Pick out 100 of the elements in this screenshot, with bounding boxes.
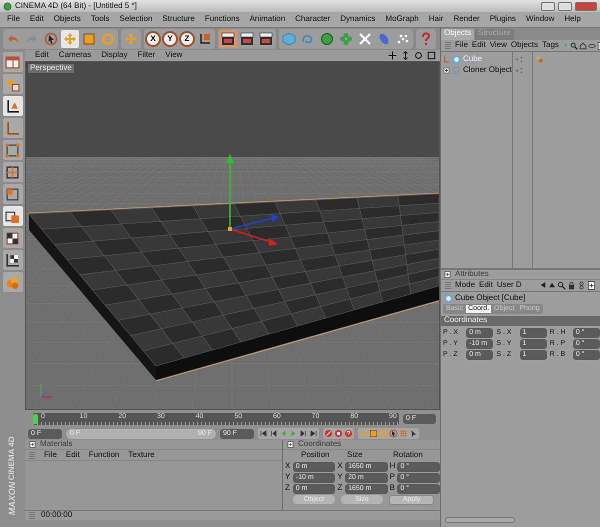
- menu-item[interactable]: Help: [564, 15, 581, 24]
- panel-title: Materials: [40, 440, 72, 449]
- visibility-dots-icon[interactable]: [515, 55, 524, 64]
- expand-icon[interactable]: [443, 67, 450, 74]
- menu-item[interactable]: Tags: [542, 41, 559, 50]
- layout-icon[interactable]: [5, 54, 20, 70]
- view-label: Perspective: [28, 64, 74, 73]
- menu-item[interactable]: Plugins: [490, 15, 516, 24]
- visibility-dots-icon[interactable]: [515, 66, 524, 75]
- search-icon[interactable]: [570, 42, 578, 50]
- menu-item[interactable]: Character: [295, 15, 330, 24]
- axis-lock-button[interactable]: X: [145, 31, 161, 47]
- menu-item[interactable]: MoGraph: [385, 15, 419, 24]
- checker-icon[interactable]: [5, 230, 20, 246]
- scale-icon[interactable]: [82, 32, 96, 46]
- menu-item[interactable]: User D: [496, 281, 522, 290]
- points-icon[interactable]: [5, 142, 20, 158]
- menu-item[interactable]: Render: [453, 15, 480, 24]
- playhead[interactable]: [33, 414, 38, 424]
- pan-icon[interactable]: [388, 51, 397, 60]
- nurbs-icon[interactable]: [320, 32, 334, 46]
- zoom-icon[interactable]: [401, 51, 410, 60]
- menu-item[interactable]: Hair: [428, 15, 444, 24]
- polygons-icon[interactable]: [5, 186, 20, 202]
- menu-item[interactable]: Dynamics: [340, 15, 376, 24]
- new-window-icon[interactable]: [587, 281, 596, 290]
- eye-icon[interactable]: [588, 42, 596, 50]
- coordinate-system-icon[interactable]: [198, 32, 212, 46]
- menu-item[interactable]: Selection: [120, 15, 152, 24]
- grip-handle[interactable]: [445, 282, 451, 289]
- close-button[interactable]: [575, 2, 597, 10]
- menu-item[interactable]: File: [455, 41, 468, 50]
- model-tool-icon[interactable]: [5, 76, 20, 92]
- key-help-icon[interactable]: [344, 429, 353, 438]
- section-header: Coordinates: [441, 316, 600, 326]
- menu-item[interactable]: Window: [526, 15, 554, 24]
- orbit-icon[interactable]: [414, 51, 423, 60]
- auto-key-icon[interactable]: [334, 429, 343, 438]
- menu-item[interactable]: View: [490, 41, 507, 50]
- clapboard-icon[interactable]: [259, 32, 273, 46]
- maximize-view-icon[interactable]: [427, 51, 436, 60]
- home-icon[interactable]: [578, 42, 587, 50]
- menu-item[interactable]: Objects: [510, 41, 538, 50]
- minimize-button[interactable]: [541, 2, 555, 10]
- menu-item[interactable]: Edit: [35, 51, 49, 60]
- cursor-icon[interactable]: [409, 429, 418, 438]
- texture-tool-icon[interactable]: [5, 208, 20, 224]
- param-key-icon[interactable]: [389, 429, 398, 438]
- axis-lock-button[interactable]: Z: [179, 31, 195, 47]
- menu-item[interactable]: Tools: [90, 15, 110, 24]
- maximize-button[interactable]: [558, 2, 572, 10]
- lock-icon[interactable]: [567, 281, 576, 290]
- back-arrow-icon[interactable]: [539, 281, 547, 289]
- prev-key-icon[interactable]: [269, 429, 278, 438]
- panel-menu-icon[interactable]: [287, 441, 294, 448]
- deformer-icon[interactable]: [358, 32, 372, 46]
- menu-item[interactable]: Edit: [30, 15, 44, 24]
- menu-item[interactable]: Cameras: [58, 51, 92, 60]
- axis-label: B: [390, 484, 396, 493]
- record-icon[interactable]: [324, 429, 333, 438]
- up-arrow-icon[interactable]: [548, 281, 556, 289]
- menu-item[interactable]: View: [165, 51, 182, 60]
- axis-lock-button[interactable]: Y: [162, 31, 178, 47]
- scale-key-icon[interactable]: [369, 429, 378, 438]
- chain-icon[interactable]: [577, 281, 586, 290]
- particles-icon[interactable]: [396, 32, 410, 46]
- menu-item[interactable]: Structure: [162, 15, 195, 24]
- panel-menu-icon[interactable]: [29, 441, 36, 448]
- clapboard-icon[interactable]: [221, 32, 235, 46]
- object-axis-icon[interactable]: [5, 98, 20, 114]
- menu-item[interactable]: Functions: [204, 15, 240, 24]
- panel-menu-icon[interactable]: [444, 271, 451, 278]
- go-last-icon[interactable]: [309, 429, 318, 438]
- clapboard-icon[interactable]: [240, 32, 254, 46]
- menu-item[interactable]: Function: [88, 450, 120, 460]
- search-icon[interactable]: [557, 281, 566, 290]
- axis-icon[interactable]: [5, 120, 20, 136]
- scrollbar[interactable]: [445, 517, 515, 523]
- tree-item[interactable]: Cloner Object: [463, 66, 512, 75]
- status-time: 00:00:00: [41, 511, 72, 520]
- menu-item[interactable]: Objects: [54, 15, 81, 24]
- menu-item[interactable]: Edit: [472, 41, 486, 50]
- menu-item[interactable]: File: [44, 450, 57, 460]
- edges-icon[interactable]: [5, 164, 20, 180]
- menu-item[interactable]: Display: [101, 51, 128, 60]
- menu-item[interactable]: Edit: [66, 450, 80, 460]
- menu-item[interactable]: File: [7, 15, 20, 24]
- next-key-icon[interactable]: [299, 429, 308, 438]
- menu-item[interactable]: Animation: [250, 15, 286, 24]
- product-logo: CINEMA 4D: [8, 436, 17, 480]
- menu-item[interactable]: Filter: [137, 51, 156, 60]
- corner-axis-icon: [40, 384, 52, 398]
- grip-handle[interactable]: [29, 512, 35, 519]
- checker-axis-icon[interactable]: [5, 252, 20, 268]
- menu-item[interactable]: Texture: [128, 450, 155, 460]
- grip-handle[interactable]: [445, 42, 451, 49]
- go-first-icon[interactable]: [259, 429, 268, 438]
- menu-item[interactable]: Mode: [455, 281, 476, 290]
- menu-item[interactable]: Edit: [479, 281, 493, 290]
- grip-handle[interactable]: [29, 452, 35, 458]
